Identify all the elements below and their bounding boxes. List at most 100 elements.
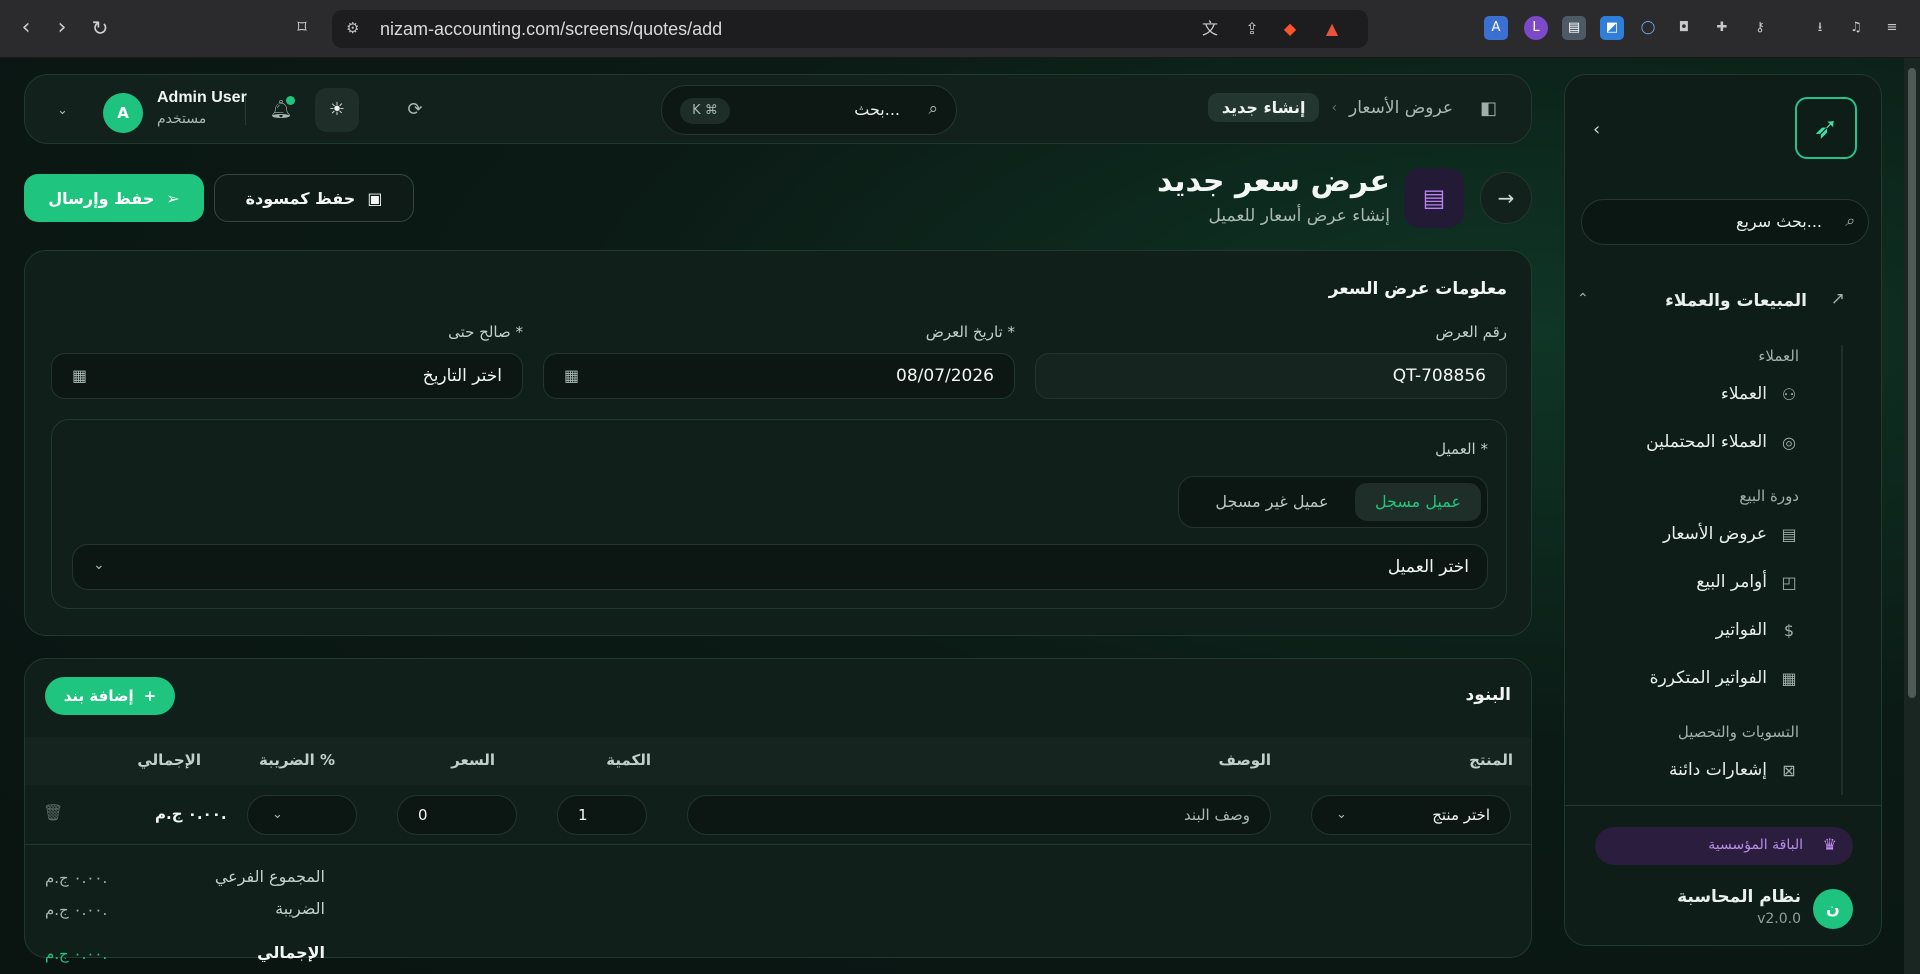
page-title: عرض سعر جديد (1156, 164, 1390, 199)
chevron-down-icon: ⌄ (93, 557, 105, 573)
menu-icon[interactable]: ≡ (1880, 16, 1904, 40)
sidebar-group-sales[interactable]: ↗ المبيعات والعملاء ⌃ (1577, 287, 1845, 317)
sidebar-item-leads[interactable]: ◎ العملاء المحتملين (1646, 427, 1799, 457)
chevron-up-icon: ⌃ (1577, 291, 1589, 307)
org-info[interactable]: ن نظام المحاسبة v2.0.0 (1595, 883, 1853, 933)
brave-shield-icon[interactable]: ◆ (1278, 18, 1302, 40)
camera-extension-icon[interactable]: ◘ (1672, 16, 1696, 40)
client-select[interactable]: اختر العميل ⌄ (72, 544, 1488, 590)
quote-info-card: معلومات عرض السعر رقم العرض QT-708856 تا… (24, 250, 1532, 636)
column-description: الوصف (1218, 751, 1271, 769)
sidebar-search-input[interactable]: بحث سريع... ⌕ (1581, 199, 1869, 245)
translate-icon[interactable]: 文 (1198, 18, 1222, 40)
sidebar-item-quotes[interactable]: ▤ عروض الأسعار (1663, 519, 1799, 549)
save-send-button[interactable]: ➢ حفظ وإرسال (24, 174, 204, 222)
user-role: مستخدم (157, 111, 207, 127)
credit-note-icon: ⊠ (1782, 760, 1796, 780)
reader-extension-icon[interactable]: ▤ (1562, 16, 1586, 40)
product-select[interactable]: اختر منتج ⌄ (1311, 795, 1511, 835)
page-scrollbar[interactable] (1904, 58, 1920, 974)
tax-value: ٠.٠٠ ج.م. (45, 901, 108, 919)
add-item-button[interactable]: + إضافة بند (45, 677, 175, 715)
description-placeholder: وصف البند (1184, 806, 1250, 824)
product-select-value: اختر منتج (1432, 806, 1490, 824)
search-icon: ⌕ (928, 99, 938, 119)
price-input[interactable]: 0 (397, 795, 517, 835)
quantity-input[interactable]: 1 (557, 795, 647, 835)
brave-rewards-icon[interactable]: ▲ (1320, 18, 1344, 40)
valid-until-field[interactable]: اختر التاريخ ▦ (51, 353, 523, 399)
sidebar-item-credit-notes[interactable]: ⊠ إشعارات دائنة (1669, 755, 1799, 785)
valid-until-placeholder: اختر التاريخ (422, 366, 502, 386)
items-title: البنود (1465, 685, 1511, 705)
scrollbar-thumb[interactable] (1908, 68, 1916, 698)
sidebar-item-recurring-invoices[interactable]: ▦ الفواتير المتكررة (1650, 663, 1799, 693)
sun-icon: ☀ (328, 99, 346, 120)
translate-extension-icon[interactable]: A (1484, 16, 1508, 40)
org-avatar: ن (1813, 889, 1853, 929)
trash-icon[interactable]: 🗑︎ (43, 803, 63, 822)
global-search-input[interactable]: ⌕ بحث... K ⌘ (661, 85, 957, 135)
column-tax: الضريبة % (258, 751, 335, 769)
bookmark-icon[interactable]: ⌑ (288, 14, 316, 42)
chevron-left-icon: ‹ (1331, 99, 1338, 116)
plus-icon: + (143, 687, 157, 705)
document-icon: ▤ (1781, 524, 1797, 544)
client-type-unregistered[interactable]: عميل غير مسجل (1197, 483, 1347, 521)
quote-document-icon: ▤ (1404, 168, 1464, 228)
sidebar: ➶ ‹ بحث سريع... ⌕ ↗ المبيعات والعملاء ⌃ … (1564, 74, 1882, 946)
sidebar-toggle-icon[interactable]: ◧ (1480, 98, 1497, 119)
screen-extension-icon[interactable]: ◩ (1600, 16, 1624, 40)
sidebar-item-label: العملاء المحتملين (1646, 432, 1767, 452)
quote-number-field[interactable]: QT-708856 (1035, 353, 1507, 399)
theme-toggle-button[interactable]: ☀ (315, 88, 359, 132)
client-select-value: اختر العميل (1387, 557, 1469, 577)
address-bar[interactable]: ⚙ nizam-accounting.com/screens/quotes/ad… (332, 10, 1368, 48)
sidebar-item-label: الفواتير المتكررة (1649, 668, 1767, 688)
arrow-right-icon: → (1497, 186, 1515, 210)
plan-badge[interactable]: ♛ الباقة المؤسسية (1595, 827, 1853, 865)
media-icon[interactable]: ♫ (1844, 16, 1868, 40)
reload-icon[interactable]: ↻ (86, 14, 114, 42)
puzzle-icon[interactable]: ✚ (1710, 16, 1734, 40)
quote-number-value: QT-708856 (1392, 366, 1486, 386)
refresh-icon: ⟳ (407, 99, 423, 120)
back-button[interactable]: → (1480, 172, 1532, 224)
quote-date-field[interactable]: 08/07/2026 ▦ (543, 353, 1015, 399)
sidebar-search-placeholder: بحث سريع... (1735, 212, 1822, 231)
refresh-button[interactable]: ⟳ (393, 88, 437, 132)
calendar-icon[interactable]: ▦ (72, 366, 87, 385)
user-menu[interactable]: ⌄ A Admin User مستخدم (47, 83, 247, 137)
client-label: العميل * (1435, 440, 1488, 458)
sidebar-item-invoices[interactable]: $ الفواتير (1716, 615, 1799, 645)
grand-total-value: ٠.٠٠ ج.م. (45, 945, 108, 963)
key-icon[interactable]: ⚷ (1748, 16, 1772, 40)
sidebar-item-sales-orders[interactable]: ◰ أوامر البيع (1696, 567, 1799, 597)
subtotal-value: ٠.٠٠ ج.م. (45, 869, 108, 887)
items-card: البنود + إضافة بند المنتج الوصف الكمية ا… (24, 658, 1532, 963)
quote-info-title: معلومات عرض السعر (1328, 279, 1507, 299)
mouse-extension-icon[interactable]: ◯ (1636, 16, 1660, 40)
notifications-button[interactable]: 🔔︎ (259, 88, 303, 132)
calendar-icon[interactable]: ▦ (564, 366, 579, 385)
sidebar-section-settlements: التسويات والتحصيل (1677, 723, 1799, 741)
org-name: نظام المحاسبة (1677, 887, 1801, 907)
site-settings-icon[interactable]: ⚙ (346, 18, 366, 38)
forward-icon[interactable]: › (48, 14, 76, 42)
back-icon[interactable]: ‹ (12, 14, 40, 42)
download-icon[interactable]: ⭳ (1808, 16, 1832, 40)
description-input[interactable]: وصف البند (687, 795, 1271, 835)
breadcrumb-current: إنشاء جديد (1207, 93, 1320, 122)
tax-select[interactable]: ⌄ (247, 795, 357, 835)
lr-extension-icon[interactable]: L (1524, 16, 1548, 40)
sidebar-item-label: إشعارات دائنة (1669, 760, 1767, 780)
sidebar-collapse-icon[interactable]: ‹ (1593, 119, 1600, 140)
breadcrumb-parent[interactable]: عروض الأسعار (1349, 98, 1453, 118)
save-draft-button[interactable]: ▣ حفظ كمسودة (214, 174, 414, 222)
app-logo-icon[interactable]: ➶ (1795, 97, 1857, 159)
client-type-registered[interactable]: عميل مسجل (1355, 483, 1481, 521)
target-icon: ◎ (1782, 432, 1796, 452)
sidebar-item-clients[interactable]: ⚇ العملاء (1721, 379, 1799, 409)
row-total: ٠.٠٠ ج.م. (155, 805, 227, 823)
share-icon[interactable]: ⇪ (1240, 18, 1264, 40)
